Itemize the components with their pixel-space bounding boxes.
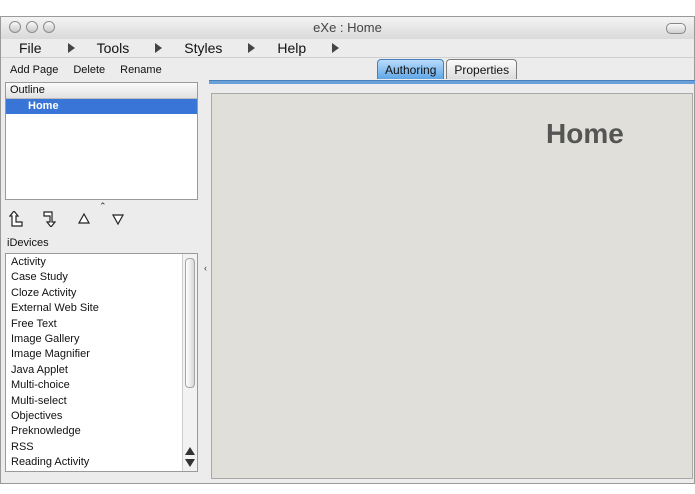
promote-icon[interactable] bbox=[6, 211, 26, 227]
menu-file-label: File bbox=[19, 40, 42, 56]
idevice-item[interactable]: Objectives bbox=[6, 409, 184, 424]
menu-bar: File Tools Styles Help bbox=[1, 39, 694, 58]
window-title: eXe : Home bbox=[313, 20, 382, 35]
rename-button[interactable]: Rename bbox=[120, 64, 162, 76]
scroll-up-arrow-icon[interactable] bbox=[185, 447, 195, 455]
idevice-item[interactable]: Preknowledge bbox=[6, 424, 184, 439]
idevices-items: Activity Case Study Cloze Activity Exter… bbox=[6, 255, 184, 470]
toolbar-toggle-button[interactable] bbox=[666, 23, 686, 34]
page-heading: Home bbox=[546, 118, 624, 149]
idevice-item[interactable]: Java Applet bbox=[6, 363, 184, 378]
idevices-list: Activity Case Study Cloze Activity Exter… bbox=[5, 253, 198, 472]
tab-authoring[interactable]: Authoring bbox=[377, 59, 445, 79]
add-page-button[interactable]: Add Page bbox=[10, 64, 58, 76]
demote-icon[interactable] bbox=[40, 211, 60, 227]
idevice-item[interactable]: Image Gallery bbox=[6, 332, 184, 347]
scroll-down-arrow-icon[interactable] bbox=[185, 459, 195, 467]
idevice-item[interactable]: Multi-select bbox=[6, 394, 184, 409]
idevice-item[interactable]: Free Text bbox=[6, 317, 184, 332]
title-bar: eXe : Home bbox=[1, 17, 694, 40]
submenu-arrow-icon bbox=[332, 43, 340, 53]
move-up-icon[interactable] bbox=[74, 211, 94, 227]
menu-styles[interactable]: Styles bbox=[184, 40, 263, 56]
outline-node-home[interactable]: Home bbox=[6, 99, 197, 114]
tab-properties[interactable]: Properties bbox=[446, 59, 518, 79]
idevice-item[interactable]: Cloze Activity bbox=[6, 286, 184, 301]
outline-header: Outline bbox=[6, 83, 197, 99]
idevice-item[interactable]: External Web Site bbox=[6, 301, 184, 316]
menu-help[interactable]: Help bbox=[277, 40, 347, 56]
authoring-pane: Home bbox=[211, 93, 693, 479]
menu-file[interactable]: File bbox=[19, 40, 83, 56]
menu-help-label: Help bbox=[277, 40, 307, 56]
scroll-thumb[interactable] bbox=[185, 258, 195, 388]
submenu-arrow-icon bbox=[248, 43, 256, 53]
tab-bar: Authoring Properties bbox=[377, 59, 518, 79]
idevice-item[interactable]: Image Magnifier bbox=[6, 347, 184, 362]
move-down-icon[interactable] bbox=[108, 211, 128, 227]
outline-toolbar: Add Page Delete Rename bbox=[1, 61, 201, 79]
menu-tools-label: Tools bbox=[96, 40, 130, 56]
idevice-item[interactable]: RSS bbox=[6, 440, 184, 455]
idevice-item[interactable]: Activity bbox=[6, 255, 184, 270]
outline-tree: Outline Home bbox=[5, 82, 198, 200]
submenu-arrow-icon bbox=[155, 43, 163, 53]
menu-styles-label: Styles bbox=[184, 40, 223, 56]
idevices-label: iDevices bbox=[7, 237, 49, 249]
menu-tools[interactable]: Tools bbox=[97, 40, 171, 56]
node-move-toolbar bbox=[1, 209, 201, 229]
tab-underline bbox=[209, 80, 695, 84]
idevice-item[interactable]: Multi-choice bbox=[6, 378, 184, 393]
app-window: eXe : Home File Tools Styles Help Add Pa… bbox=[0, 16, 695, 484]
idevices-scrollbar[interactable] bbox=[182, 254, 197, 471]
submenu-arrow-icon bbox=[67, 43, 75, 53]
vertical-splitter-handle[interactable]: ‹ bbox=[204, 263, 207, 273]
delete-button[interactable]: Delete bbox=[73, 64, 105, 76]
idevice-item[interactable]: Case Study bbox=[6, 270, 184, 285]
idevice-item[interactable]: Reading Activity bbox=[6, 455, 184, 470]
